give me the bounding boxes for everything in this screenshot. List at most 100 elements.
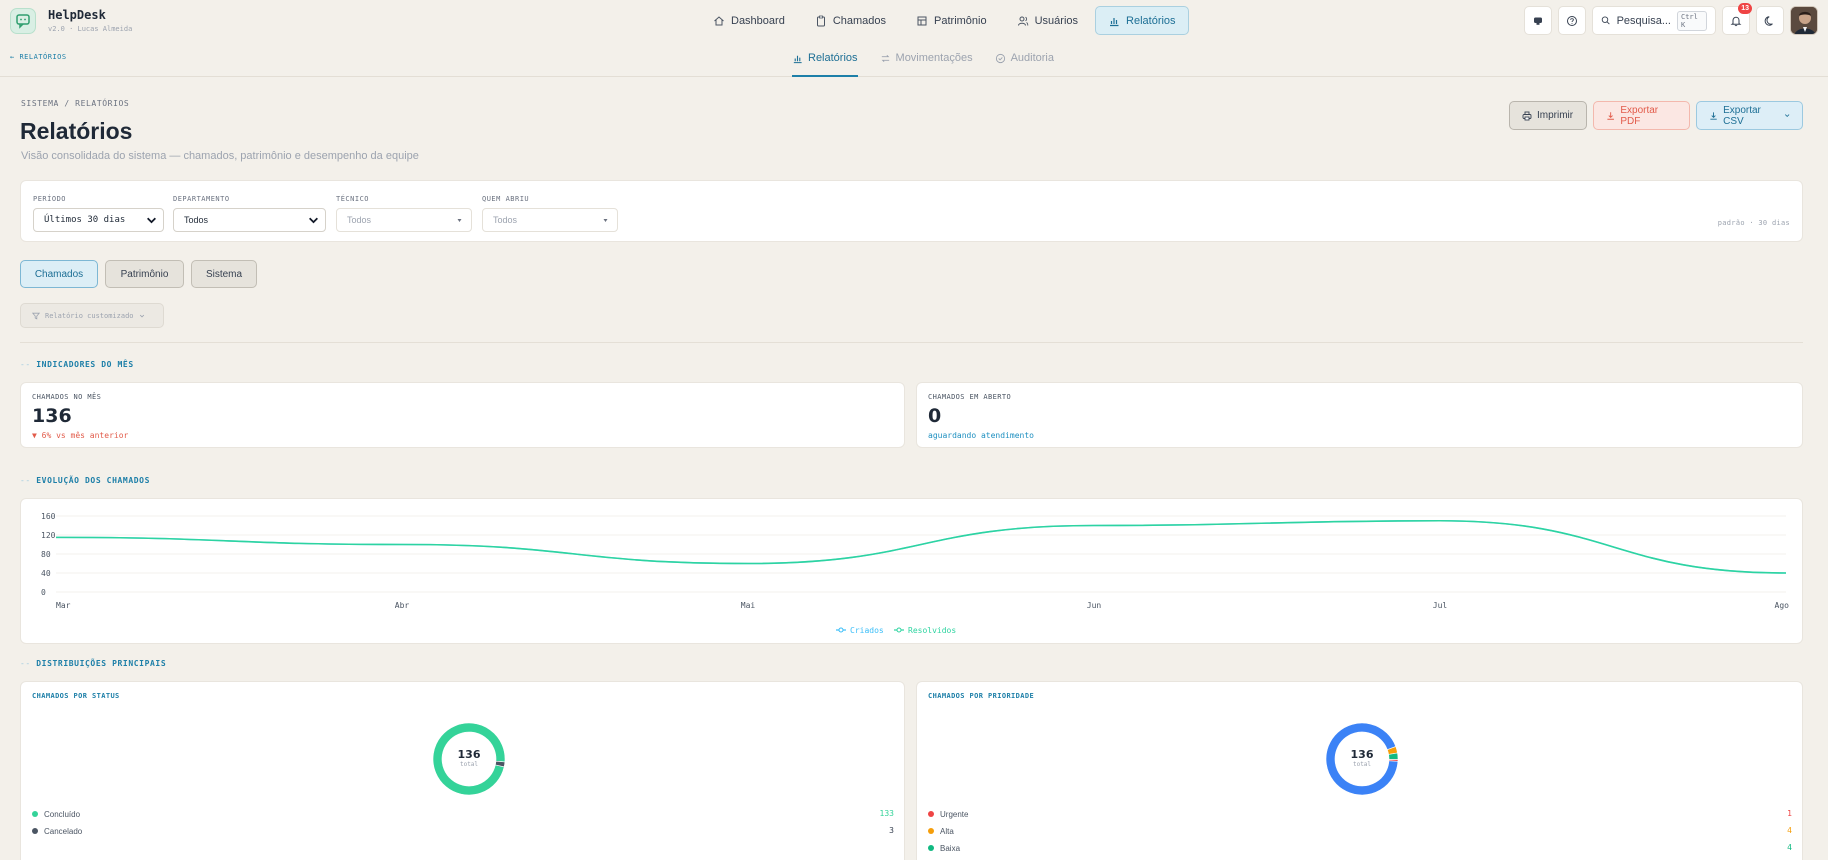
tecnico-select[interactable]: Todos [336, 208, 472, 232]
report-tab-chamados[interactable]: Chamados [20, 260, 98, 288]
filter-label: PERÍODO [33, 195, 67, 203]
y-tick-label: 40 [41, 569, 51, 578]
notifications-badge: 13 [1738, 3, 1752, 14]
home-icon [714, 15, 724, 25]
nav-patrimonio[interactable]: Patrimônio [903, 6, 1000, 35]
series-line-criados [55, 519, 1787, 574]
breadcrumb: SISTEMA / RELATÓRIOS [21, 99, 130, 108]
theme-toggle-button[interactable] [1756, 6, 1784, 35]
nav-relatorios[interactable]: Relatórios [1095, 6, 1189, 35]
nav-label: Usuários [1034, 14, 1079, 27]
kpi-card-chamados-aberto: CHAMADOS EM ABERTO 0 aguardando atendime… [916, 382, 1803, 448]
legend-label: Alta [940, 826, 954, 836]
bar-chart-icon [793, 55, 802, 63]
avatar[interactable] [1790, 6, 1818, 35]
tab-auditoria[interactable]: Auditoria [995, 41, 1054, 77]
section-title-text: DISTRIBUIÇÕES PRINCIPAIS [36, 659, 167, 668]
report-tabs: Chamados Patrimônio Sistema [20, 260, 257, 288]
kpi-card-chamados-mes: CHAMADOS NO MÊS 136 ▼ 6% vs mês anterior [20, 382, 905, 448]
notifications-button[interactable]: 13 [1722, 3, 1752, 35]
main-nav: Dashboard Chamados Patrimônio Usuários R… [700, 6, 1189, 35]
filter-label: QUEM ABRIU [482, 195, 530, 203]
support-button[interactable] [1524, 6, 1552, 35]
y-tick-label: 160 [41, 512, 56, 521]
legend-item[interactable]: Criados [836, 626, 884, 635]
nav-dashboard[interactable]: Dashboard [700, 6, 798, 35]
search-button[interactable]: Pesquisa... Ctrl K [1592, 6, 1716, 35]
sub-tabs: Relatórios Movimentações Auditoria [792, 41, 1054, 77]
divider [20, 342, 1803, 343]
export-csv-button[interactable]: Exportar CSV [1696, 101, 1803, 130]
print-button[interactable]: Imprimir [1509, 101, 1587, 130]
sub-breadcrumb[interactable]: ← RELATÓRIOS [10, 53, 67, 61]
legend-label: Baixa [940, 843, 961, 853]
kpi-note: aguardando atendimento [928, 431, 1034, 440]
app-name: HelpDesk [48, 8, 106, 22]
nav-chamados[interactable]: Chamados [802, 6, 899, 35]
kpi-trend: ▼ 6% vs mês anterior [32, 431, 129, 440]
search-shortcut: Ctrl K [1676, 10, 1707, 31]
section-title-evolution: -- EVOLUÇÃO DOS CHAMADOS [20, 476, 150, 485]
select-value: Últimos 30 dias [44, 215, 126, 225]
sub-breadcrumb-label: RELATÓRIOS [19, 53, 67, 61]
report-tab-patrimonio[interactable]: Patrimônio [105, 260, 184, 288]
section-title-text: INDICADORES DO MÊS [36, 360, 134, 369]
departamento-select[interactable]: Todos [173, 208, 326, 232]
quem-abriu-select[interactable]: Todos [482, 208, 618, 232]
report-tab-sistema[interactable]: Sistema [191, 260, 257, 288]
legend-marker [896, 627, 902, 633]
nav-label: Dashboard [731, 14, 785, 27]
section-title-text: EVOLUÇÃO DOS CHAMADOS [36, 476, 150, 485]
legend-value: 4 [1787, 843, 1792, 852]
legend-item: Baixa [928, 842, 960, 854]
status-total-label: total [459, 761, 479, 768]
periodo-select[interactable]: Últimos 30 dias [33, 208, 164, 232]
kpi-value: 0 [928, 405, 942, 427]
nav-usuarios[interactable]: Usuários [1004, 6, 1091, 35]
legend-label: Cancelado [44, 826, 83, 836]
legend-label: Resolvidos [908, 626, 956, 635]
tab-relatorios[interactable]: Relatórios [792, 41, 858, 77]
x-tick-label: Abr [395, 601, 410, 610]
custom-report-button[interactable]: Relatório customizado [20, 303, 164, 328]
filter-default-note: padrão · 30 dias [1717, 219, 1790, 227]
help-button[interactable] [1558, 6, 1586, 35]
legend-item[interactable]: Resolvidos [894, 626, 956, 635]
chevron-down-icon [1784, 114, 1789, 117]
nav-label: Patrimônio [934, 14, 987, 27]
filter-icon [32, 312, 40, 319]
logo-icon[interactable] [10, 8, 36, 34]
legend-item: Concluído [32, 808, 80, 820]
legend-value: 4 [1787, 826, 1792, 835]
header-actions: Imprimir Exportar PDF Exportar CSV [1509, 101, 1803, 130]
page-title: Relatórios [20, 118, 133, 144]
section-title-distributions: -- DISTRIBUIÇÕES PRINCIPAIS [20, 659, 167, 668]
legend-item: Alta [928, 825, 954, 837]
legend-item: Urgente [928, 808, 968, 820]
x-tick-label: Mar [56, 601, 71, 610]
app-version-user: v2.0 · Lucas Almeida [48, 25, 133, 33]
x-tick-label: Ago [1775, 601, 1790, 610]
filter-label: DEPARTAMENTO [173, 195, 230, 203]
export-pdf-button[interactable]: Exportar PDF [1593, 101, 1690, 130]
top-bar: HelpDesk v2.0 · Lucas Almeida Dashboard … [0, 0, 1828, 41]
legend-label: Criados [850, 626, 884, 635]
chevron-down-icon [457, 219, 462, 222]
tab-label: Relatórios [808, 52, 858, 64]
chevron-down-icon [309, 217, 318, 224]
download-icon [1607, 111, 1614, 120]
line-chart: 160 120 80 40 0 Mar Abr Mai Jun Jul Ago Criados Reso… [41, 512, 1790, 635]
filter-departamento: DEPARTAMENTO Todos [173, 195, 326, 232]
brand: HelpDesk v2.0 · Lucas Almeida [48, 8, 132, 33]
y-tick-label: 120 [41, 531, 56, 540]
tab-movimentacoes[interactable]: Movimentações [880, 41, 973, 77]
select-value: Todos [184, 215, 209, 225]
search-placeholder: Pesquisa... [1616, 14, 1671, 27]
select-value: Todos [493, 215, 518, 225]
priority-total-label: total [1352, 761, 1372, 768]
shield-check-icon [995, 53, 1005, 63]
legend-marker [838, 627, 844, 633]
filters-card: PERÍODO Últimos 30 dias DEPARTAMENTO Tod… [20, 180, 1803, 242]
legend-value: 3 [889, 826, 894, 835]
clipboard-icon [816, 15, 825, 26]
